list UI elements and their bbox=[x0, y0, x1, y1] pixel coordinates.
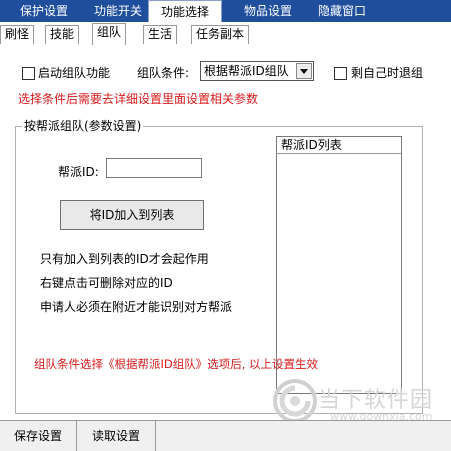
menu-function-switch[interactable]: 功能开关 bbox=[94, 0, 142, 22]
tab-monsters[interactable]: 刷怪 bbox=[0, 25, 35, 44]
add-id-to-list-label: 将ID加入到列表 bbox=[89, 208, 175, 222]
tab-skills[interactable]: 技能 bbox=[45, 25, 80, 44]
menu-function-select[interactable]: 功能选择 bbox=[148, 0, 222, 22]
tab-team[interactable]: 组队 bbox=[92, 23, 127, 45]
save-settings-button[interactable]: 保存设置 bbox=[0, 421, 77, 451]
menu-hide-window[interactable]: 隐藏窗口 bbox=[318, 0, 366, 22]
chevron-down-icon[interactable] bbox=[296, 63, 312, 79]
team-settings-panel: 启动组队功能 组队条件: 根据帮派ID组队 剩自己时退组 选择条件后需要去详细设… bbox=[0, 44, 451, 423]
enable-team-checkbox[interactable] bbox=[22, 67, 35, 80]
note-applicant-nearby: 申请人必须在附近才能识别对方帮派 bbox=[40, 300, 233, 314]
note-list-only: 只有加入到列表的ID才会起作用 bbox=[40, 252, 209, 266]
note-right-click-delete: 右键点击可删除对应的ID bbox=[40, 276, 173, 290]
guild-id-list-header-label: 帮派ID列表 bbox=[281, 138, 342, 152]
guild-id-label: 帮派ID: bbox=[58, 165, 99, 179]
tab-dungeon-quests[interactable]: 任务副本 bbox=[191, 25, 250, 44]
tab-life[interactable]: 生活 bbox=[143, 25, 178, 44]
groupbox-title: 按帮派组队(参数设置) bbox=[22, 117, 144, 134]
guild-id-list-header: 帮派ID列表 bbox=[277, 137, 401, 154]
load-settings-button[interactable]: 读取设置 bbox=[77, 421, 156, 451]
team-condition-label: 组队条件: bbox=[137, 66, 190, 80]
menu-item-settings[interactable]: 物品设置 bbox=[244, 0, 292, 22]
add-id-to-list-button[interactable]: 将ID加入到列表 bbox=[60, 200, 204, 230]
condition-hint-text: 选择条件后需要去详细设置里面设置相关参数 bbox=[18, 92, 259, 106]
team-condition-value: 根据帮派ID组队 bbox=[204, 64, 289, 78]
enable-team-label: 启动组队功能 bbox=[38, 66, 111, 80]
sub-tab-bar: 刷怪 技能 组队 生活 任务副本 bbox=[0, 22, 451, 45]
top-menu-bar: 保护设置 功能开关 功能选择 物品设置 隐藏窗口 bbox=[0, 0, 451, 22]
footer-hint-text: 组队条件选择《根据帮派ID组队》选项后, 以上设置生效 bbox=[34, 357, 319, 371]
leave-when-alone-label: 剩自己时退组 bbox=[351, 66, 424, 80]
guild-id-input[interactable] bbox=[106, 158, 202, 178]
team-condition-select[interactable]: 根据帮派ID组队 bbox=[200, 61, 314, 81]
menu-protection-settings[interactable]: 保护设置 bbox=[20, 0, 68, 22]
leave-when-alone-checkbox[interactable] bbox=[334, 67, 347, 80]
watermark-logo-icon bbox=[272, 378, 318, 424]
bottom-toolbar: 保存设置 读取设置 bbox=[0, 420, 451, 451]
